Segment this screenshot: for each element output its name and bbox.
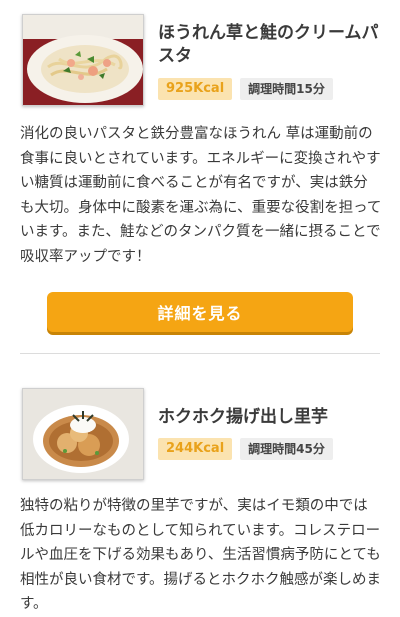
recipe-photo[interactable] <box>22 388 144 480</box>
calorie-badge: 925Kcal <box>158 78 233 100</box>
divider <box>20 353 380 354</box>
cooking-time-badge: 調理時間45分 <box>240 438 333 460</box>
recipe-title[interactable]: ホクホク揚げ出し里芋 <box>158 406 383 429</box>
pasta-photo <box>23 15 143 105</box>
satoimo-photo <box>23 389 143 479</box>
recipe-tags: 244Kcal 調理時間45分 <box>158 438 333 460</box>
cooking-time-badge: 調理時間15分 <box>240 78 333 100</box>
recipe-description: 独特の粘りが特徴の里芋ですが、実はイモ類の中では低カロリーなものとして知られてい… <box>20 498 382 612</box>
view-details-button[interactable]: 詳細を見る <box>47 292 353 332</box>
recipe-tags: 925Kcal 調理時間15分 <box>158 78 333 100</box>
recipe-description: 消化の良いパスタと鉄分豊富なほうれん 草は運動前の食事に良いとされています。エネ… <box>20 126 382 265</box>
recipe-title[interactable]: ほうれん草と鮭のクリームパスタ <box>158 22 383 68</box>
calorie-badge: 244Kcal <box>158 438 233 460</box>
recipe-photo[interactable] <box>22 14 144 106</box>
